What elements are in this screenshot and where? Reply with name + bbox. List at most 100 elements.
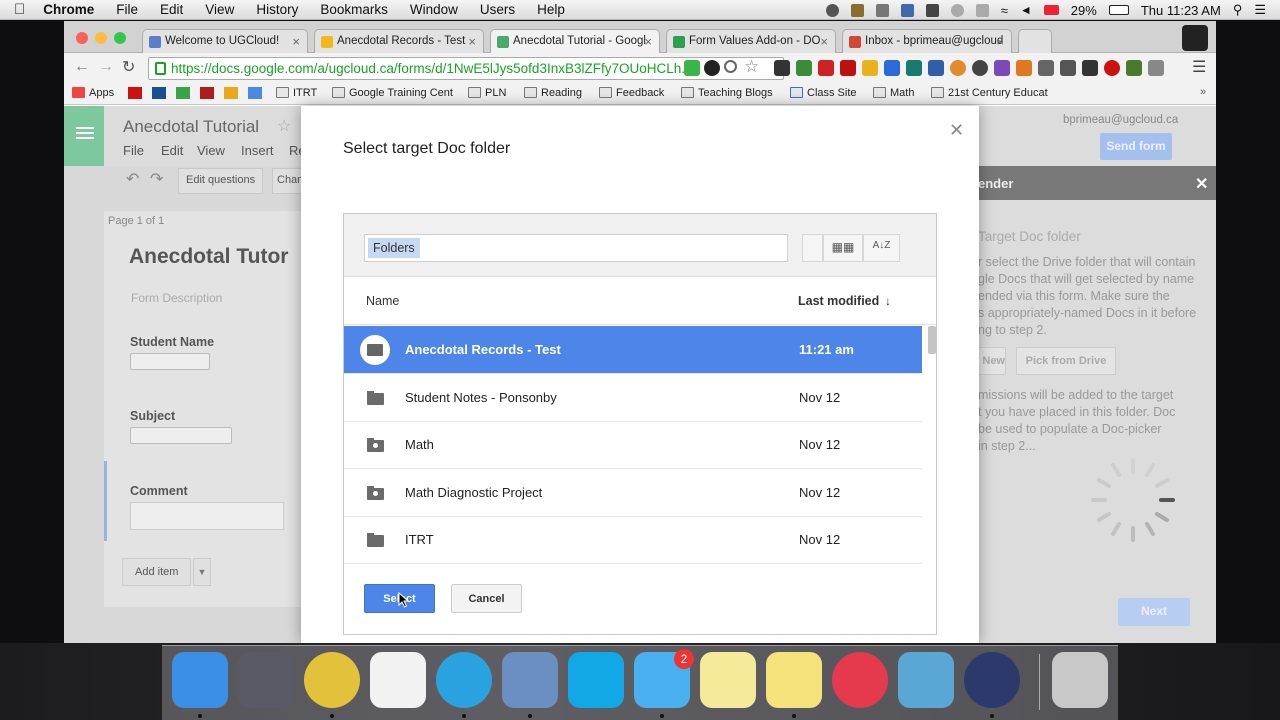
form-description[interactable]: Form Description (131, 291, 222, 305)
sort-desc-icon[interactable]: ↓ (885, 294, 891, 308)
close-tab-icon[interactable]: × (292, 34, 300, 49)
bookmark-feedback[interactable]: Feedback (599, 87, 664, 99)
undo-icon[interactable]: ↶ (126, 169, 139, 189)
list-view-button[interactable] (802, 234, 823, 262)
comment-input[interactable] (130, 502, 284, 530)
folder-row[interactable]: Math Diagnostic Project Nov 12 (344, 469, 922, 517)
google-plus-icon[interactable] (176, 87, 190, 99)
menu-edit[interactable]: Edit (160, 2, 183, 17)
subject-select[interactable] (130, 427, 232, 444)
menu-window[interactable]: Window (410, 2, 458, 17)
form-menu-edit[interactable]: Edit (161, 143, 183, 158)
ext-12-icon[interactable] (1038, 60, 1054, 76)
bookmark-reading[interactable]: Reading (524, 87, 582, 99)
folder-row[interactable]: Math Nov 12 (344, 421, 922, 469)
network-app-icon[interactable] (436, 652, 492, 708)
flag-icon[interactable] (1043, 5, 1059, 15)
close-tab-icon[interactable]: × (820, 34, 828, 49)
ext-10-icon[interactable] (994, 60, 1010, 76)
folder-row[interactable]: ITRT Nov 12 (344, 516, 922, 564)
close-window-icon[interactable] (76, 32, 88, 44)
bell-icon[interactable] (875, 3, 889, 17)
evernote-icon[interactable] (850, 3, 864, 17)
chevron-down-icon[interactable]: ▼ (193, 558, 211, 586)
tab-form-values[interactable]: Form Values Add-on - DO × (666, 29, 836, 54)
bookmark-itrt[interactable]: ITRT (276, 87, 317, 99)
bookmark-math[interactable]: Math (873, 87, 914, 99)
notification-center-icon[interactable]: ☰ (1254, 2, 1266, 18)
zoom-icon[interactable] (724, 60, 737, 73)
pin-icon[interactable] (224, 87, 238, 99)
trash-icon[interactable] (1052, 652, 1108, 708)
doc-title[interactable]: Anecdotal Tutorial (123, 117, 259, 137)
search-filter-chip[interactable]: Folders (368, 238, 420, 258)
bookmark-21st-century[interactable]: 21st Century Educat (931, 87, 1048, 99)
writer-app-icon[interactable] (898, 652, 954, 708)
bookmark-apps[interactable]: Apps (72, 87, 114, 99)
tab-inbox[interactable]: Inbox - bprimeau@ugcloud × (842, 29, 1012, 54)
forms-menu-icon[interactable] (64, 106, 104, 166)
forward-icon[interactable]: → (98, 58, 114, 76)
grid-app-icon[interactable] (370, 652, 426, 708)
ext-8-icon[interactable] (950, 60, 966, 76)
ext-15-icon[interactable] (1104, 60, 1120, 76)
time-machine-icon[interactable] (950, 3, 964, 17)
clock[interactable]: Thu 11:23 AM (1141, 3, 1221, 18)
scrollbar-thumb[interactable] (928, 326, 936, 354)
stickies-icon[interactable] (766, 652, 822, 708)
form-title[interactable]: Anecdotal Tutor (129, 245, 288, 269)
form-menu-insert[interactable]: Insert (241, 143, 274, 158)
ext-record-icon[interactable] (704, 60, 720, 76)
add-item-button[interactable]: Add item (122, 558, 192, 586)
star-icon[interactable]: ☆ (277, 116, 291, 136)
folder-row[interactable]: Student Notes - Ponsonby Nov 12 (344, 374, 922, 422)
minimize-window-icon[interactable] (95, 32, 107, 44)
quicktime-icon[interactable] (964, 652, 1020, 708)
picker-search-input[interactable]: Folders (364, 234, 788, 262)
record-icon[interactable] (825, 3, 839, 17)
new-folder-button[interactable]: New (978, 347, 1006, 375)
ext-13-icon[interactable] (1060, 60, 1076, 76)
menu-history[interactable]: History (256, 2, 298, 17)
pick-from-drive-button[interactable]: Pick from Drive (1016, 347, 1116, 375)
launchpad-icon[interactable] (238, 652, 294, 708)
itunes-icon[interactable] (832, 652, 888, 708)
user-email[interactable]: bprimeau@ugcloud.ca (1063, 114, 1178, 126)
ext-14-icon[interactable] (1082, 60, 1098, 76)
send-form-button[interactable]: Send form (1100, 133, 1172, 160)
ext-9-icon[interactable] (972, 60, 988, 76)
ext-11-icon[interactable] (1016, 60, 1032, 76)
column-name[interactable]: Name (366, 294, 399, 308)
tab-welcome[interactable]: Welcome to UGCloud! × (142, 29, 308, 54)
ext-7-icon[interactable] (928, 60, 944, 76)
wifi-icon[interactable]: ≈ (1001, 3, 1008, 18)
chrome-icon[interactable] (304, 652, 360, 708)
scrollbar[interactable] (928, 326, 936, 566)
menubar-app-name[interactable]: Chrome (43, 2, 94, 17)
quicktime-status-icon[interactable] (900, 3, 914, 17)
drive-status-icon[interactable] (925, 3, 939, 17)
menu-view[interactable]: View (205, 2, 234, 17)
back-icon[interactable]: ← (74, 58, 90, 76)
grid-view-icon[interactable]: ▦▦ (823, 234, 863, 262)
skype-icon[interactable] (568, 652, 624, 708)
cancel-button[interactable]: Cancel (451, 584, 522, 613)
close-sidebar-icon[interactable]: ✕ (1195, 174, 1208, 194)
new-tab-button[interactable] (1018, 29, 1052, 54)
battery-percent[interactable]: 29% (1071, 3, 1097, 18)
menu-users[interactable]: Users (480, 2, 515, 17)
spotlight-icon[interactable]: ⚲ (1233, 2, 1243, 18)
sort-az-icon[interactable]: A↓Z (863, 234, 900, 262)
cast-icon[interactable] (1148, 60, 1164, 76)
student-name-select[interactable] (130, 353, 210, 370)
reload-icon[interactable]: ↻ (122, 57, 135, 77)
menu-help[interactable]: Help (537, 2, 565, 17)
w-icon[interactable] (200, 87, 214, 99)
ext-16-icon[interactable] (1126, 60, 1142, 76)
bookmark-star-icon[interactable]: ☆ (744, 57, 759, 77)
chrome-menu-icon[interactable]: ☰ (1192, 57, 1206, 77)
finder-icon[interactable] (172, 652, 228, 708)
youtube-icon[interactable] (128, 87, 142, 99)
close-tab-icon[interactable]: × (996, 34, 1004, 49)
bookmark-class-site[interactable]: Class Site (790, 87, 857, 99)
